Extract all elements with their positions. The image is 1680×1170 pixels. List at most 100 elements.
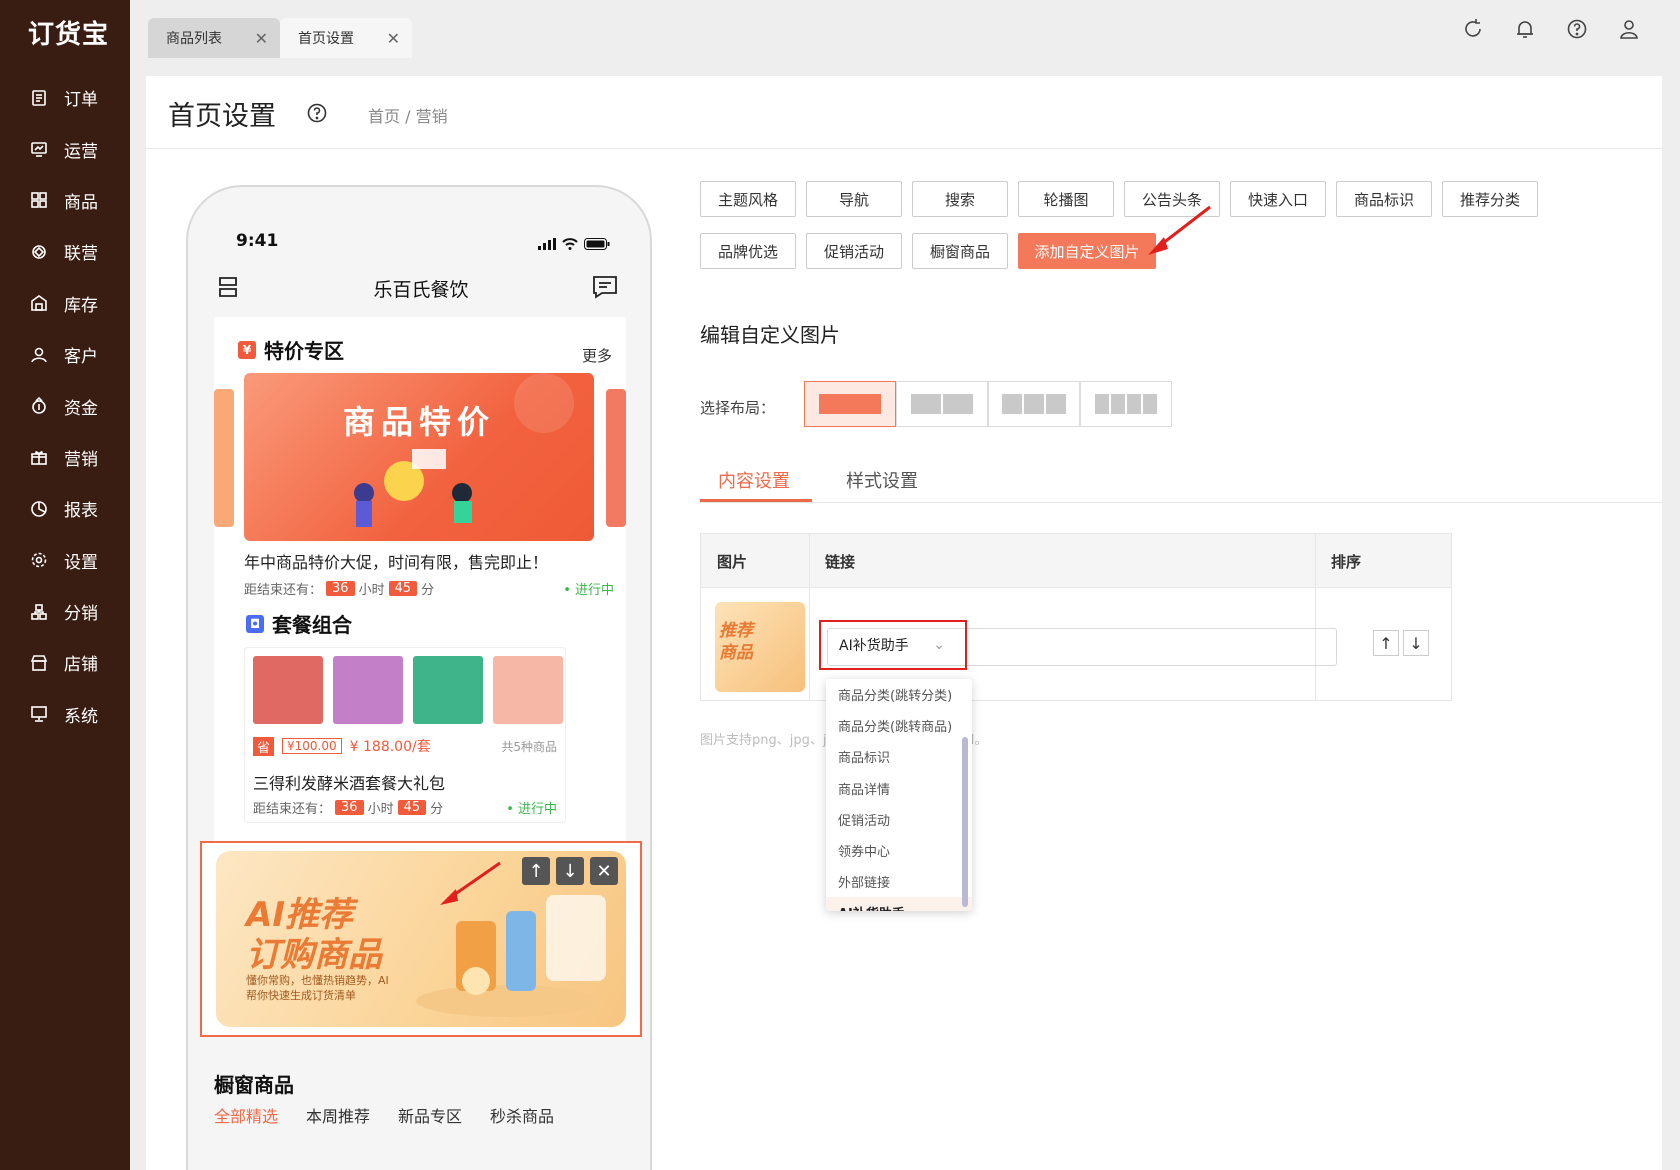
inventory-icon [30, 294, 48, 312]
special-title-text: 特价专区 [264, 339, 344, 363]
help-icon[interactable] [306, 102, 328, 124]
system-icon [30, 705, 48, 723]
tab-product-list[interactable]: 商品列表 ✕ [148, 18, 280, 58]
layout-option-1[interactable] [804, 381, 896, 427]
close-icon[interactable]: ✕ [255, 29, 268, 48]
layout-option-2[interactable] [896, 381, 988, 427]
sort-buttons: ↑ ↓ [1373, 630, 1429, 656]
sort-up-button[interactable]: ↑ [1373, 630, 1399, 656]
more-link[interactable]: 更多 [582, 345, 612, 366]
countdown-minutes-unit: 分 [430, 802, 444, 817]
special-countdown: 距结束还有： 36 小时 45 分 [244, 579, 434, 598]
sidebar-item-order[interactable]: 订单 [0, 72, 130, 123]
dropdown-scrollbar[interactable] [962, 737, 968, 907]
store-icon [30, 654, 48, 672]
combo-card[interactable]: 省 ¥100.00 ¥ 188.00/套 共5种商品 三得利发酵米酒套餐大礼包 … [244, 647, 566, 823]
image-thumbnail[interactable]: 推荐 商品 [715, 602, 805, 692]
dropdown-option[interactable]: 商品详情 [826, 773, 972, 804]
module-button-recommend-category[interactable]: 推荐分类 [1442, 181, 1538, 217]
special-title: ¥ 特价专区 [238, 335, 344, 364]
dropdown-option[interactable]: 商品分类(跳转商品) [826, 710, 972, 741]
add-custom-image-button[interactable]: 添加自定义图片 [1018, 233, 1156, 269]
link-select-highlight: AI补货助手 ⌄ [819, 620, 967, 670]
window-tab-flash[interactable]: 秒杀商品 [490, 1103, 554, 1127]
sidebar-item-funds[interactable]: 资金 [0, 380, 130, 431]
combo-name: 三得利发酵米酒套餐大礼包 [253, 774, 446, 793]
sidebar-item-operation[interactable]: 运营 [0, 123, 130, 174]
countdown-hours-unit: 小时 [358, 583, 385, 598]
ai-banner: AI推荐 订购商品 懂你常购，也懂热销趋势，AI帮你快速生成订货清单 ↑ ↓ ✕ [216, 851, 626, 1027]
module-button-carousel[interactable]: 轮播图 [1018, 181, 1114, 217]
link-select[interactable]: AI补货助手 ⌄ [831, 630, 955, 660]
status-icons [538, 235, 610, 254]
ai-banner-block[interactable]: AI推荐 订购商品 懂你常购，也懂热销趋势，AI帮你快速生成订货清单 ↑ ↓ ✕ [200, 841, 642, 1037]
tab-home-settings[interactable]: 首页设置 ✕ [280, 18, 412, 58]
window-tab-new[interactable]: 新品专区 [398, 1103, 462, 1127]
sidebar-item-label: 报表 [64, 501, 98, 522]
move-up-button[interactable]: ↑ [522, 857, 550, 885]
message-icon[interactable] [592, 275, 618, 299]
editor-title: 编辑自定义图片 [700, 323, 840, 347]
combo-price: ¥ 188.00/套 [349, 739, 431, 755]
module-button-nav[interactable]: 导航 [806, 181, 902, 217]
sidebar-item-inventory[interactable]: 库存 [0, 278, 130, 329]
dropdown-option[interactable]: 外部链接 [826, 866, 972, 897]
product-image [413, 656, 483, 724]
sidebar-item-distribution[interactable]: 分销 [0, 586, 130, 637]
module-button-brand[interactable]: 品牌优选 [700, 233, 796, 269]
refresh-icon[interactable] [1462, 18, 1484, 40]
sidebar-item-marketing[interactable]: 营销 [0, 432, 130, 483]
countdown-hours: 36 [326, 581, 355, 596]
sidebar-item-system[interactable]: 系统 [0, 689, 130, 740]
promo-description: 年中商品特价大促，时间有限，售完即止！ [244, 553, 549, 572]
save-value: ¥100.00 [282, 738, 342, 754]
tab-label: 首页设置 [298, 31, 354, 47]
module-button-theme[interactable]: 主题风格 [700, 181, 796, 217]
content-area: 首页设置 首页 / 营销 9:41 乐百氏餐饮 ¥ 特价专区 更多 商品特价 年… [130, 58, 1680, 1170]
layout-option-3[interactable] [988, 381, 1080, 427]
sidebar-item-label: 分销 [64, 604, 98, 625]
window-tabs: 全部精选 本周推荐 新品专区 秒杀商品 [214, 1103, 554, 1127]
tab-style-settings[interactable]: 样式设置 [846, 467, 918, 493]
dropdown-option[interactable]: 商品分类(跳转分类) [826, 679, 972, 710]
layout-option-4[interactable] [1080, 381, 1172, 427]
window-tab-all[interactable]: 全部精选 [214, 1103, 278, 1127]
module-button-quick-entry[interactable]: 快速入口 [1230, 181, 1326, 217]
tab-content-settings[interactable]: 内容设置 [718, 467, 790, 493]
status-badge: • 进行中 [563, 583, 614, 598]
dropdown-option-selected[interactable]: AI补货助手 [826, 897, 972, 911]
dropdown-option[interactable]: 促销活动 [826, 804, 972, 835]
module-button-window[interactable]: 橱窗商品 [912, 233, 1008, 269]
user-icon[interactable] [1618, 18, 1640, 40]
help-circle-icon[interactable] [1566, 18, 1588, 40]
module-button-promotion[interactable]: 促销活动 [806, 233, 902, 269]
sidebar-item-label: 设置 [64, 552, 98, 573]
close-icon[interactable]: ✕ [387, 29, 400, 48]
top-tab-bar: 商品列表 ✕ 首页设置 ✕ [130, 0, 1680, 58]
countdown-minutes: 45 [397, 800, 427, 815]
save-tag: 省 [253, 736, 275, 756]
dropdown-option[interactable]: 领券中心 [826, 835, 972, 866]
sidebar-item-store[interactable]: 店铺 [0, 637, 130, 688]
sort-down-button[interactable]: ↓ [1403, 630, 1429, 656]
sidebar-item-customer[interactable]: 客户 [0, 329, 130, 380]
funds-icon [30, 397, 48, 415]
sidebar-item-alliance[interactable]: 联营 [0, 226, 130, 277]
module-button-search[interactable]: 搜索 [912, 181, 1008, 217]
product-image [253, 656, 323, 724]
product-image [493, 656, 563, 724]
sidebar-item-report[interactable]: 报表 [0, 483, 130, 534]
sidebar-item-settings[interactable]: 设置 [0, 535, 130, 586]
dropdown-option[interactable]: 商品标识 [826, 741, 972, 772]
app-logo: 订货宝 [28, 20, 110, 50]
sidebar-nav: 订单 运营 商品 联营 库存 客户 资金 营销 报表 设置 分销 店铺 系统 [0, 72, 130, 740]
sidebar-item-product[interactable]: 商品 [0, 175, 130, 226]
window-tab-weekly[interactable]: 本周推荐 [306, 1103, 370, 1127]
module-button-product-tag[interactable]: 商品标识 [1336, 181, 1432, 217]
bell-icon[interactable] [1514, 18, 1536, 40]
main-panel: 9:41 乐百氏餐饮 ¥ 特价专区 更多 商品特价 年中商品特价大促，时间有限，… [146, 148, 1662, 1170]
page-header: 首页设置 首页 / 营销 [146, 76, 1662, 148]
close-button[interactable]: ✕ [590, 857, 618, 885]
promo-banner[interactable]: 商品特价 [244, 373, 594, 541]
move-down-button[interactable]: ↓ [556, 857, 584, 885]
